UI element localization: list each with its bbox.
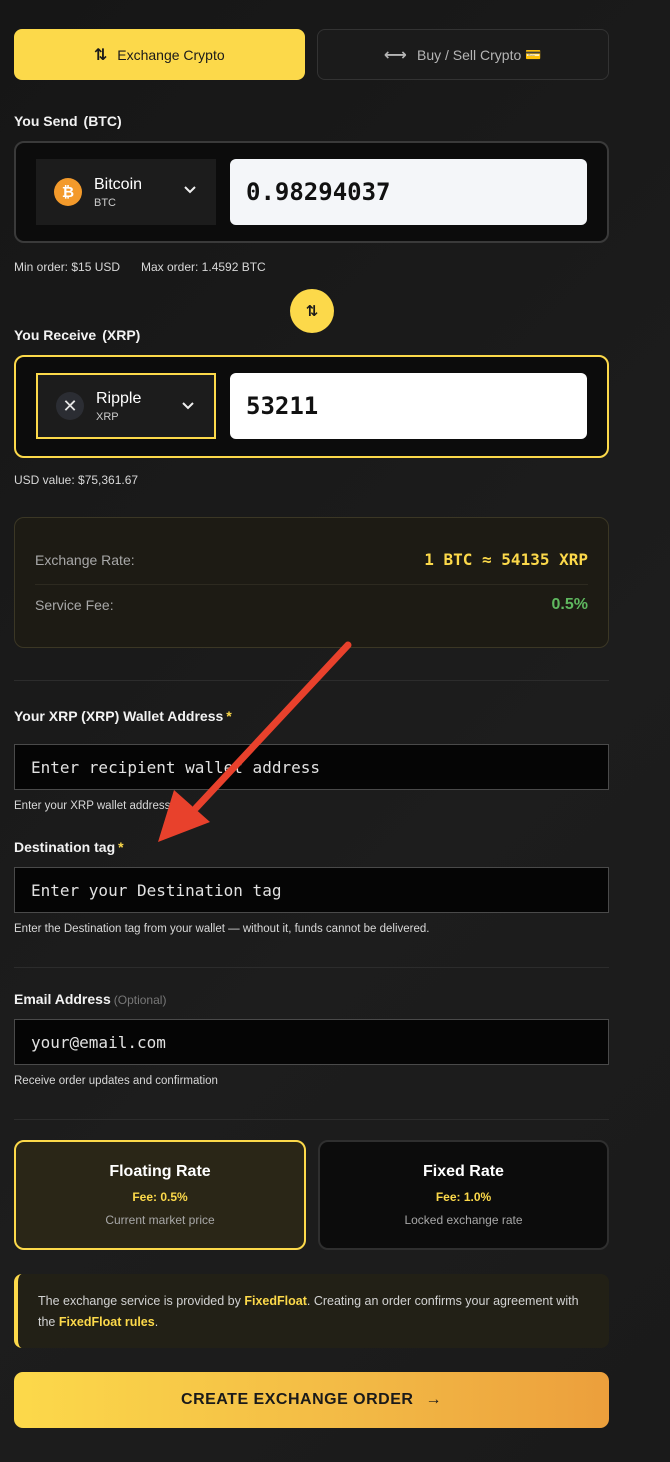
swap-vertical-icon: ⇅ bbox=[93, 46, 108, 64]
receive-label-text: You Receive bbox=[14, 327, 97, 343]
receive-coin-symbol: XRP bbox=[96, 410, 119, 423]
exchange-rate-row: Exchange Rate: 1 BTC ≈ 54135 XRP bbox=[35, 550, 588, 569]
send-coin-names: Bitcoin BTC bbox=[94, 176, 142, 209]
wallet-label-text: Your XRP (XRP) Wallet Address bbox=[14, 708, 224, 724]
fixed-rate-desc: Locked exchange rate bbox=[404, 1213, 523, 1227]
swap-icon: ⇅ bbox=[305, 303, 319, 320]
floating-rate-option[interactable]: Floating Rate Fee: 0.5% Current market p… bbox=[14, 1140, 306, 1250]
usd-value-text: USD value: $75,361.67 bbox=[14, 473, 139, 487]
service-fee-value: 0.5% bbox=[551, 596, 588, 613]
send-symbol-tag: (BTC) bbox=[83, 113, 122, 129]
bitcoin-icon: ₿ bbox=[54, 178, 82, 206]
receive-panel: ✕ Ripple XRP bbox=[14, 355, 609, 458]
email-input[interactable] bbox=[14, 1019, 609, 1065]
tab-exchange-crypto[interactable]: ⇅ Exchange Crypto bbox=[14, 29, 305, 80]
send-panel: ₿ Bitcoin BTC bbox=[14, 141, 609, 243]
fixedfloat-rules-link[interactable]: FixedFloat rules bbox=[59, 1315, 155, 1329]
cta-label: CREATE EXCHANGE ORDER bbox=[181, 1391, 414, 1408]
destination-tag-input[interactable] bbox=[14, 867, 609, 913]
service-fee-row: Service Fee: 0.5% bbox=[35, 596, 588, 614]
fixed-rate-option[interactable]: Fixed Rate Fee: 1.0% Locked exchange rat… bbox=[318, 1140, 609, 1250]
credit-card-icon: 💳 bbox=[525, 46, 542, 62]
divider bbox=[14, 680, 609, 681]
arrow-right-icon: → bbox=[425, 1391, 442, 1408]
required-marker: * bbox=[226, 708, 232, 724]
divider bbox=[35, 584, 588, 585]
receive-label: You Receive (XRP) bbox=[14, 327, 140, 343]
destination-tag-hint: Enter the Destination tag from your wall… bbox=[14, 923, 430, 935]
tab-label: Buy / Sell Crypto bbox=[416, 46, 522, 63]
email-hint: Receive order updates and confirmation bbox=[14, 1075, 218, 1087]
floating-rate-desc: Current market price bbox=[105, 1213, 215, 1227]
exchange-rate-label: Exchange Rate: bbox=[35, 551, 135, 568]
fixed-rate-title: Fixed Rate bbox=[423, 1163, 504, 1180]
wallet-address-hint: Enter your XRP wallet address bbox=[14, 800, 171, 812]
required-marker: * bbox=[118, 839, 124, 855]
dest-tag-label-text: Destination tag bbox=[14, 839, 116, 855]
wallet-address-label: Your XRP (XRP) Wallet Address * bbox=[14, 708, 232, 724]
wallet-address-input[interactable] bbox=[14, 744, 609, 790]
chevron-down-icon bbox=[184, 181, 196, 197]
rate-summary: Exchange Rate: 1 BTC ≈ 54135 XRP Service… bbox=[14, 517, 609, 648]
divider bbox=[14, 967, 609, 968]
arrows-horizontal-icon: ⟷ bbox=[384, 46, 407, 64]
fixed-rate-fee: Fee: 1.0% bbox=[435, 1190, 492, 1204]
destination-tag-label: Destination tag * bbox=[14, 839, 124, 855]
floating-rate-fee: Fee: 0.5% bbox=[132, 1190, 188, 1204]
mode-tabs: ⇅ Exchange Crypto ⟷ Buy / Sell Crypto 💳 bbox=[14, 29, 609, 80]
receive-symbol-tag: (XRP) bbox=[102, 327, 141, 343]
send-coin-name: Bitcoin bbox=[94, 175, 143, 193]
fixedfloat-link[interactable]: FixedFloat bbox=[244, 1294, 307, 1308]
optional-marker: (Optional) bbox=[113, 993, 167, 1007]
service-fee-label: Service Fee: bbox=[35, 597, 114, 613]
create-exchange-order-button[interactable]: CREATE EXCHANGE ORDER → bbox=[14, 1372, 609, 1428]
disclaimer-text: The exchange service is provided by bbox=[38, 1294, 245, 1308]
ripple-icon: ✕ bbox=[56, 392, 84, 420]
receive-coin-name: Ripple bbox=[96, 389, 142, 407]
send-label: You Send (BTC) bbox=[14, 113, 122, 129]
email-label-text: Email Address bbox=[14, 991, 111, 1007]
tab-buy-sell-crypto[interactable]: ⟷ Buy / Sell Crypto 💳 bbox=[316, 29, 609, 80]
divider bbox=[14, 1119, 609, 1120]
tab-label: Exchange Crypto bbox=[117, 46, 225, 63]
email-label: Email Address (Optional) bbox=[14, 991, 166, 1007]
chevron-down-icon bbox=[182, 397, 194, 413]
send-amount-input[interactable] bbox=[230, 159, 587, 225]
send-coin-symbol: BTC bbox=[94, 196, 116, 209]
service-disclaimer: The exchange service is provided by Fixe… bbox=[14, 1274, 609, 1348]
send-label-text: You Send bbox=[14, 113, 78, 129]
send-coin-selector[interactable]: ₿ Bitcoin BTC bbox=[36, 159, 216, 225]
receive-amount-input[interactable] bbox=[230, 373, 587, 439]
receive-coin-selector[interactable]: ✕ Ripple XRP bbox=[36, 373, 216, 439]
receive-coin-names: Ripple XRP bbox=[96, 390, 141, 423]
floating-rate-title: Floating Rate bbox=[109, 1163, 211, 1180]
disclaimer-text: . bbox=[154, 1315, 159, 1329]
swap-direction-button[interactable]: ⇅ bbox=[290, 289, 334, 333]
min-order-text: Min order: $15 USD bbox=[14, 260, 121, 274]
max-order-text: Max order: 1.4592 BTC bbox=[141, 260, 266, 274]
exchange-rate-value: 1 BTC ≈ 54135 XRP bbox=[424, 550, 588, 569]
